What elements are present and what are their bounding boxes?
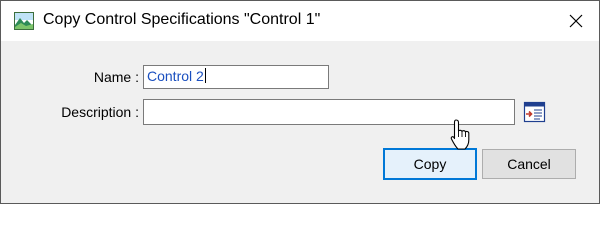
cancel-button[interactable]: Cancel bbox=[482, 149, 576, 179]
text-caret bbox=[204, 68, 206, 83]
mountain-landscape-icon bbox=[14, 12, 34, 30]
copy-control-dialog: Copy Control Specifications "Control 1" … bbox=[0, 0, 600, 204]
close-icon bbox=[569, 14, 583, 28]
dialog-body: Name : Control 2 Description : Copy Canc… bbox=[1, 41, 599, 203]
title-bar[interactable]: Copy Control Specifications "Control 1" bbox=[1, 1, 599, 41]
text-editor-icon bbox=[523, 101, 546, 123]
name-label: Name : bbox=[93, 69, 139, 85]
description-editor-button[interactable] bbox=[523, 100, 547, 124]
close-button[interactable] bbox=[553, 1, 599, 41]
name-input[interactable]: Control 2 bbox=[143, 65, 329, 89]
name-input-value: Control 2 bbox=[147, 68, 204, 84]
dialog-title: Copy Control Specifications "Control 1" bbox=[43, 11, 321, 28]
copy-button[interactable]: Copy bbox=[383, 148, 477, 180]
description-label: Description : bbox=[61, 104, 139, 120]
mouse-pointer-icon bbox=[448, 118, 476, 152]
